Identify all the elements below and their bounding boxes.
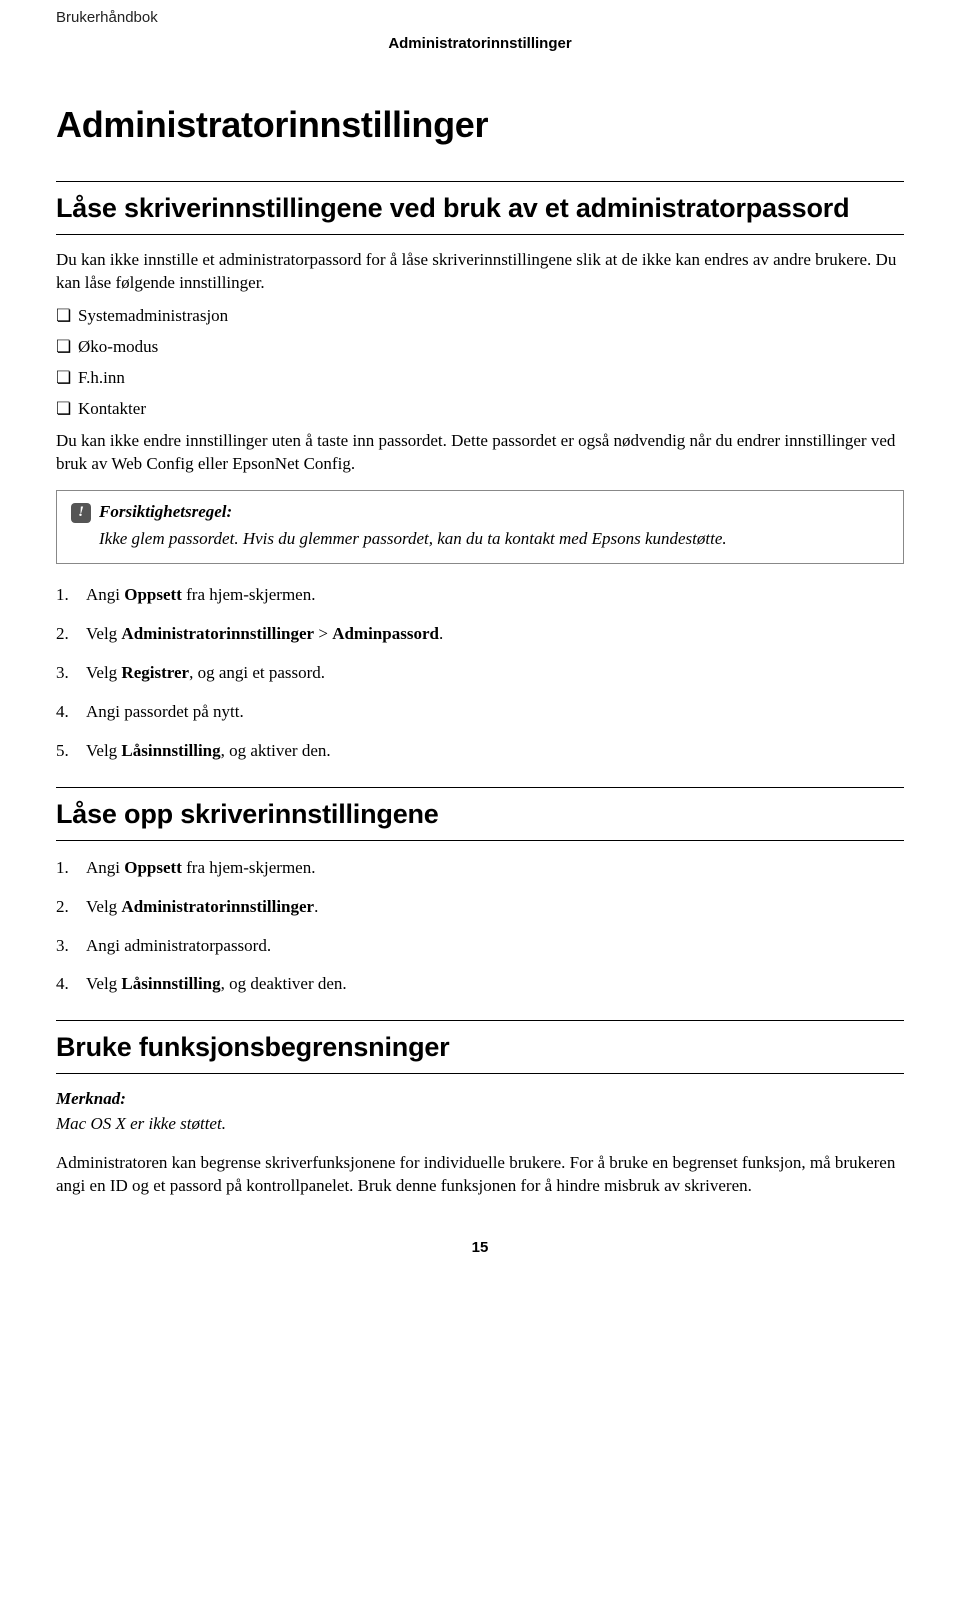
step-item: 2.Velg Administratorinnstillinger > Admi… <box>56 623 904 646</box>
step-item: 4.Velg Låsinnstilling, og deaktiver den. <box>56 973 904 996</box>
bullet-item: ❏Kontakter <box>56 398 904 421</box>
note-heading: Merknad: <box>56 1088 904 1111</box>
step-number: 3. <box>56 935 86 958</box>
section-2-title: Låse opp skriverinnstillingene <box>56 787 904 841</box>
step-number: 3. <box>56 662 86 685</box>
bullet-text: Systemadministrasjon <box>78 306 228 325</box>
step-text: Velg Registrer, og angi et passord. <box>86 662 325 685</box>
running-subhead: Administratorinnstillinger <box>56 34 904 54</box>
step-text: Velg Låsinnstilling, og aktiver den. <box>86 740 331 763</box>
step-number: 4. <box>56 973 86 996</box>
bullet-text: Øko-modus <box>78 337 158 356</box>
step-text: Angi Oppsett fra hjem-skjermen. <box>86 857 315 880</box>
step-item: 1.Angi Oppsett fra hjem-skjermen. <box>56 857 904 880</box>
section-1-bullets: ❏Systemadministrasjon ❏Øko-modus ❏F.h.in… <box>56 305 904 421</box>
bullet-text: Kontakter <box>78 399 146 418</box>
step-number: 1. <box>56 584 86 607</box>
section-1-after-bullets: Du kan ikke endre innstillinger uten å t… <box>56 430 904 476</box>
step-number: 2. <box>56 896 86 919</box>
step-number: 1. <box>56 857 86 880</box>
caution-icon: ! <box>71 503 91 523</box>
section-3-title: Bruke funksjonsbegrensninger <box>56 1020 904 1074</box>
step-item: 2.Velg Administratorinnstillinger. <box>56 896 904 919</box>
step-number: 2. <box>56 623 86 646</box>
note-body: Mac OS X er ikke støttet. <box>56 1113 904 1136</box>
section-1-steps: 1.Angi Oppsett fra hjem-skjermen. 2.Velg… <box>56 584 904 763</box>
bullet-text: F.h.inn <box>78 368 125 387</box>
step-item: 3.Velg Registrer, og angi et passord. <box>56 662 904 685</box>
page-number: 15 <box>56 1238 904 1258</box>
section-1-intro: Du kan ikke innstille et administratorpa… <box>56 249 904 295</box>
step-item: 4.Angi passordet på nytt. <box>56 701 904 724</box>
section-2-steps: 1.Angi Oppsett fra hjem-skjermen. 2.Velg… <box>56 857 904 997</box>
step-item: 5.Velg Låsinnstilling, og aktiver den. <box>56 740 904 763</box>
step-number: 5. <box>56 740 86 763</box>
bullet-item: ❏F.h.inn <box>56 367 904 390</box>
running-head: Brukerhåndbok <box>56 8 904 28</box>
bullet-item: ❏Systemadministrasjon <box>56 305 904 328</box>
step-text: Angi Oppsett fra hjem-skjermen. <box>86 584 315 607</box>
step-item: 1.Angi Oppsett fra hjem-skjermen. <box>56 584 904 607</box>
section-1-title: Låse skriverinnstillingene ved bruk av e… <box>56 181 904 235</box>
step-item: 3.Angi administratorpassord. <box>56 935 904 958</box>
step-number: 4. <box>56 701 86 724</box>
caution-body: Ikke glem passordet. Hvis du glemmer pas… <box>71 528 889 551</box>
chapter-title: Administratorinnstillinger <box>56 101 904 150</box>
step-text: Velg Administratorinnstillinger. <box>86 896 318 919</box>
caution-title: Forsiktighetsregel: <box>99 501 232 524</box>
step-text: Angi passordet på nytt. <box>86 701 244 724</box>
step-text: Velg Administratorinnstillinger > Adminp… <box>86 623 443 646</box>
section-3-body: Administratoren kan begrense skriverfunk… <box>56 1152 904 1198</box>
caution-box: ! Forsiktighetsregel: Ikke glem passorde… <box>56 490 904 564</box>
step-text: Angi administratorpassord. <box>86 935 271 958</box>
bullet-item: ❏Øko-modus <box>56 336 904 359</box>
step-text: Velg Låsinnstilling, og deaktiver den. <box>86 973 347 996</box>
